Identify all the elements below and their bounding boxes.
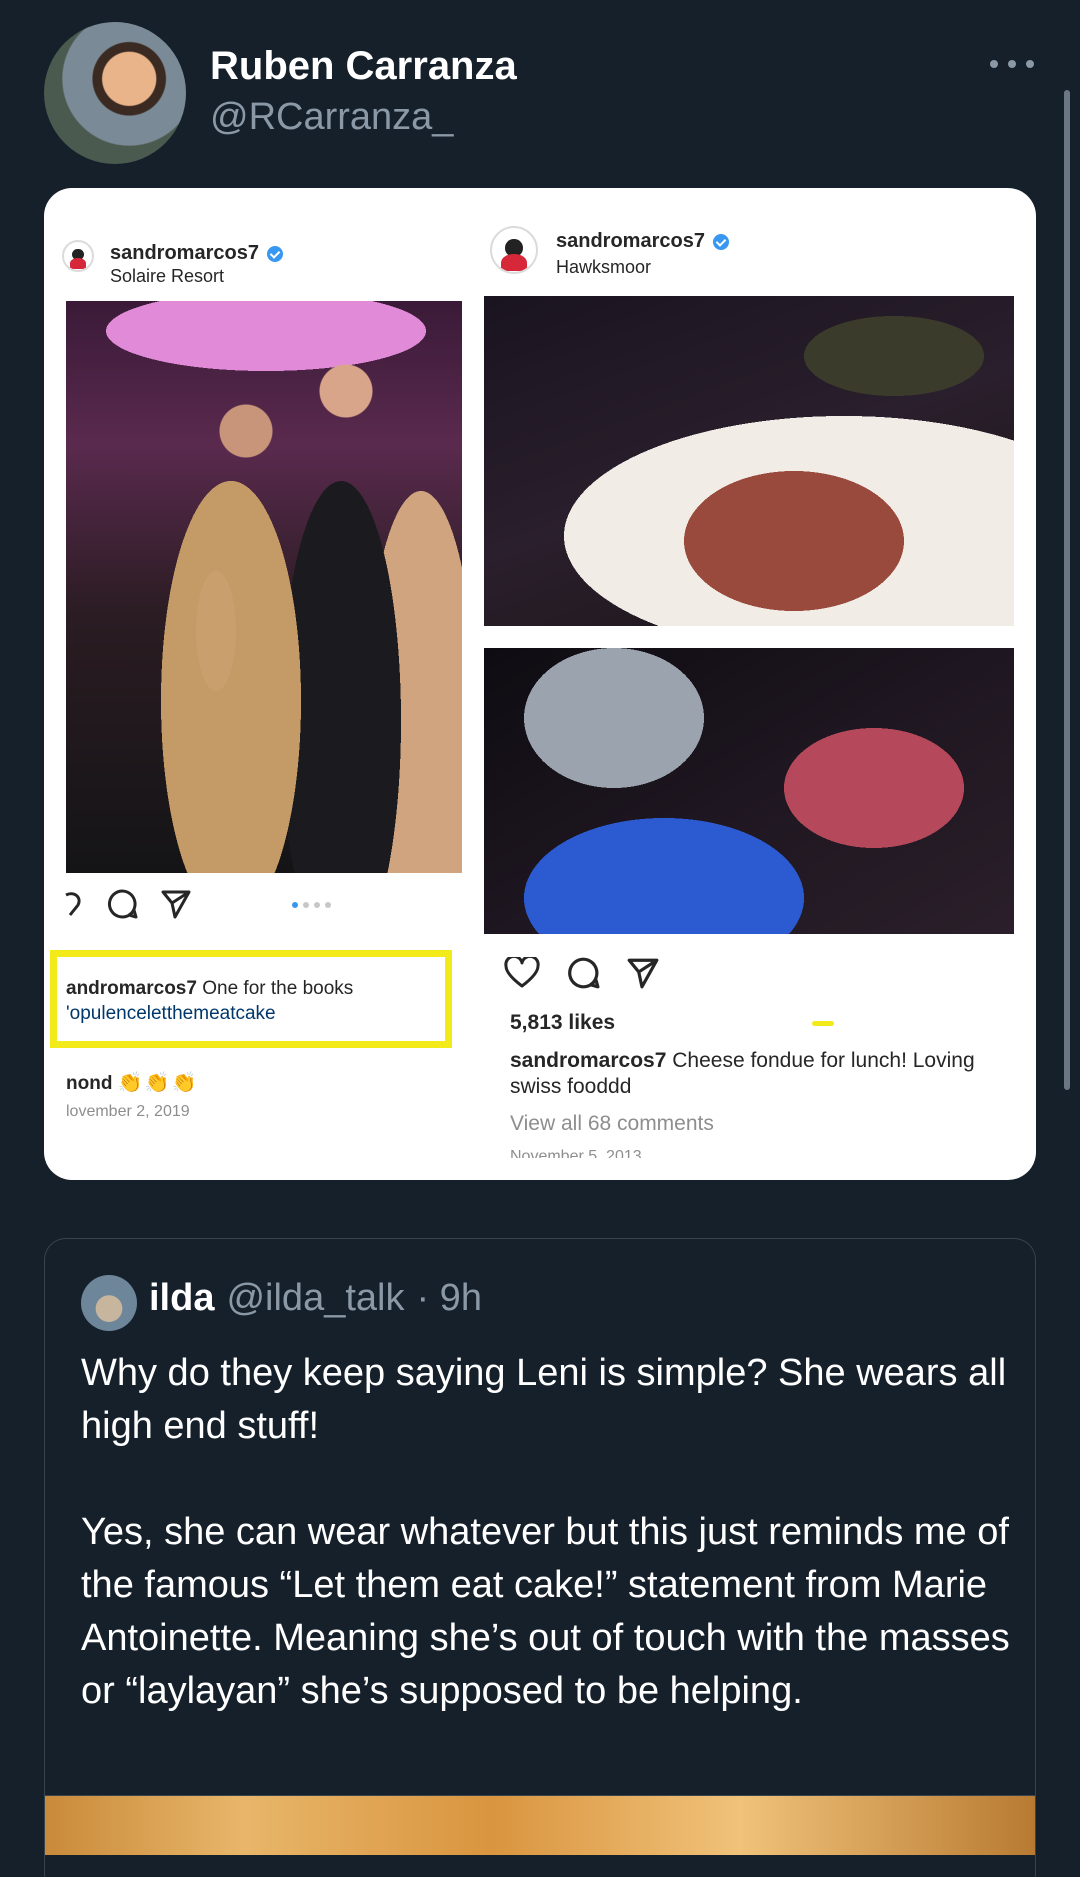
comment-icon (107, 889, 138, 919)
ig-date-left: lovember 2, 2019 (66, 1103, 190, 1120)
more-options-icon[interactable] (990, 52, 1034, 76)
author-name[interactable]: Ruben Carranza (210, 44, 517, 89)
fondue-photo (484, 648, 1014, 934)
heart-icon (65, 892, 81, 916)
quoted-paragraph-2: Yes, she can wear whatever but this just… (81, 1511, 1010, 1712)
verified-badge-icon (266, 245, 283, 262)
ig-avatar-right (490, 226, 538, 274)
ig-actions-left (64, 888, 192, 920)
ig-date-right: November 5, 2013 (510, 1148, 642, 1158)
quoted-author-avatar (81, 1275, 137, 1331)
scrollbar[interactable] (1064, 90, 1070, 1090)
share-icon (161, 890, 191, 919)
ig-comment-left: nond 👏👏👏 (66, 1072, 199, 1094)
quoted-tweet-time: · 9h (416, 1277, 482, 1319)
ig-likes-right: 5,813 likes (510, 1011, 616, 1034)
quoted-tweet-text: Why do they keep saying Leni is simple? … (81, 1347, 1021, 1771)
yellow-highlight-box (50, 950, 452, 1048)
comment-icon (568, 957, 600, 989)
yellow-mark (812, 1021, 834, 1026)
ig-username-left: sandromarcos7 (110, 242, 283, 265)
quoted-tweet-header: ilda @ilda_talk · 9h (149, 1277, 482, 1320)
ig-avatar-left (62, 240, 94, 272)
share-icon (627, 958, 659, 989)
quoted-paragraph-1: Why do they keep saying Leni is simple? … (81, 1352, 1007, 1447)
quoted-author-name: ilda (149, 1277, 215, 1319)
clapping-hands-icon: 👏👏👏 (117, 1072, 199, 1094)
ig-actions-right (504, 956, 660, 990)
carousel-dots (292, 902, 331, 908)
ig-location-right: Hawksmoor (556, 257, 652, 277)
quoted-author-handle: @ilda_talk (226, 1277, 405, 1319)
steak-photo (484, 296, 1014, 626)
author-handle[interactable]: @RCarranza_ (210, 96, 453, 139)
heart-icon (504, 957, 540, 988)
party-photo (66, 301, 462, 873)
quoted-tweet-image[interactable] (45, 1795, 1035, 1855)
quoted-tweet[interactable]: ilda @ilda_talk · 9h Why do they keep sa… (44, 1238, 1036, 1877)
tweet-media-image[interactable]: sandromarcos7 Solaire Resort • ... andro… (44, 188, 1036, 1180)
author-avatar[interactable] (44, 22, 186, 164)
ig-location-left: Solaire Resort (110, 266, 225, 286)
ig-caption-right: sandromarcos7 Cheese fondue for lunch! L… (510, 1049, 975, 1098)
ig-username-right: sandromarcos7 (556, 230, 729, 253)
verified-badge-icon (712, 233, 729, 250)
ig-view-comments-right: View all 68 comments (510, 1112, 714, 1135)
